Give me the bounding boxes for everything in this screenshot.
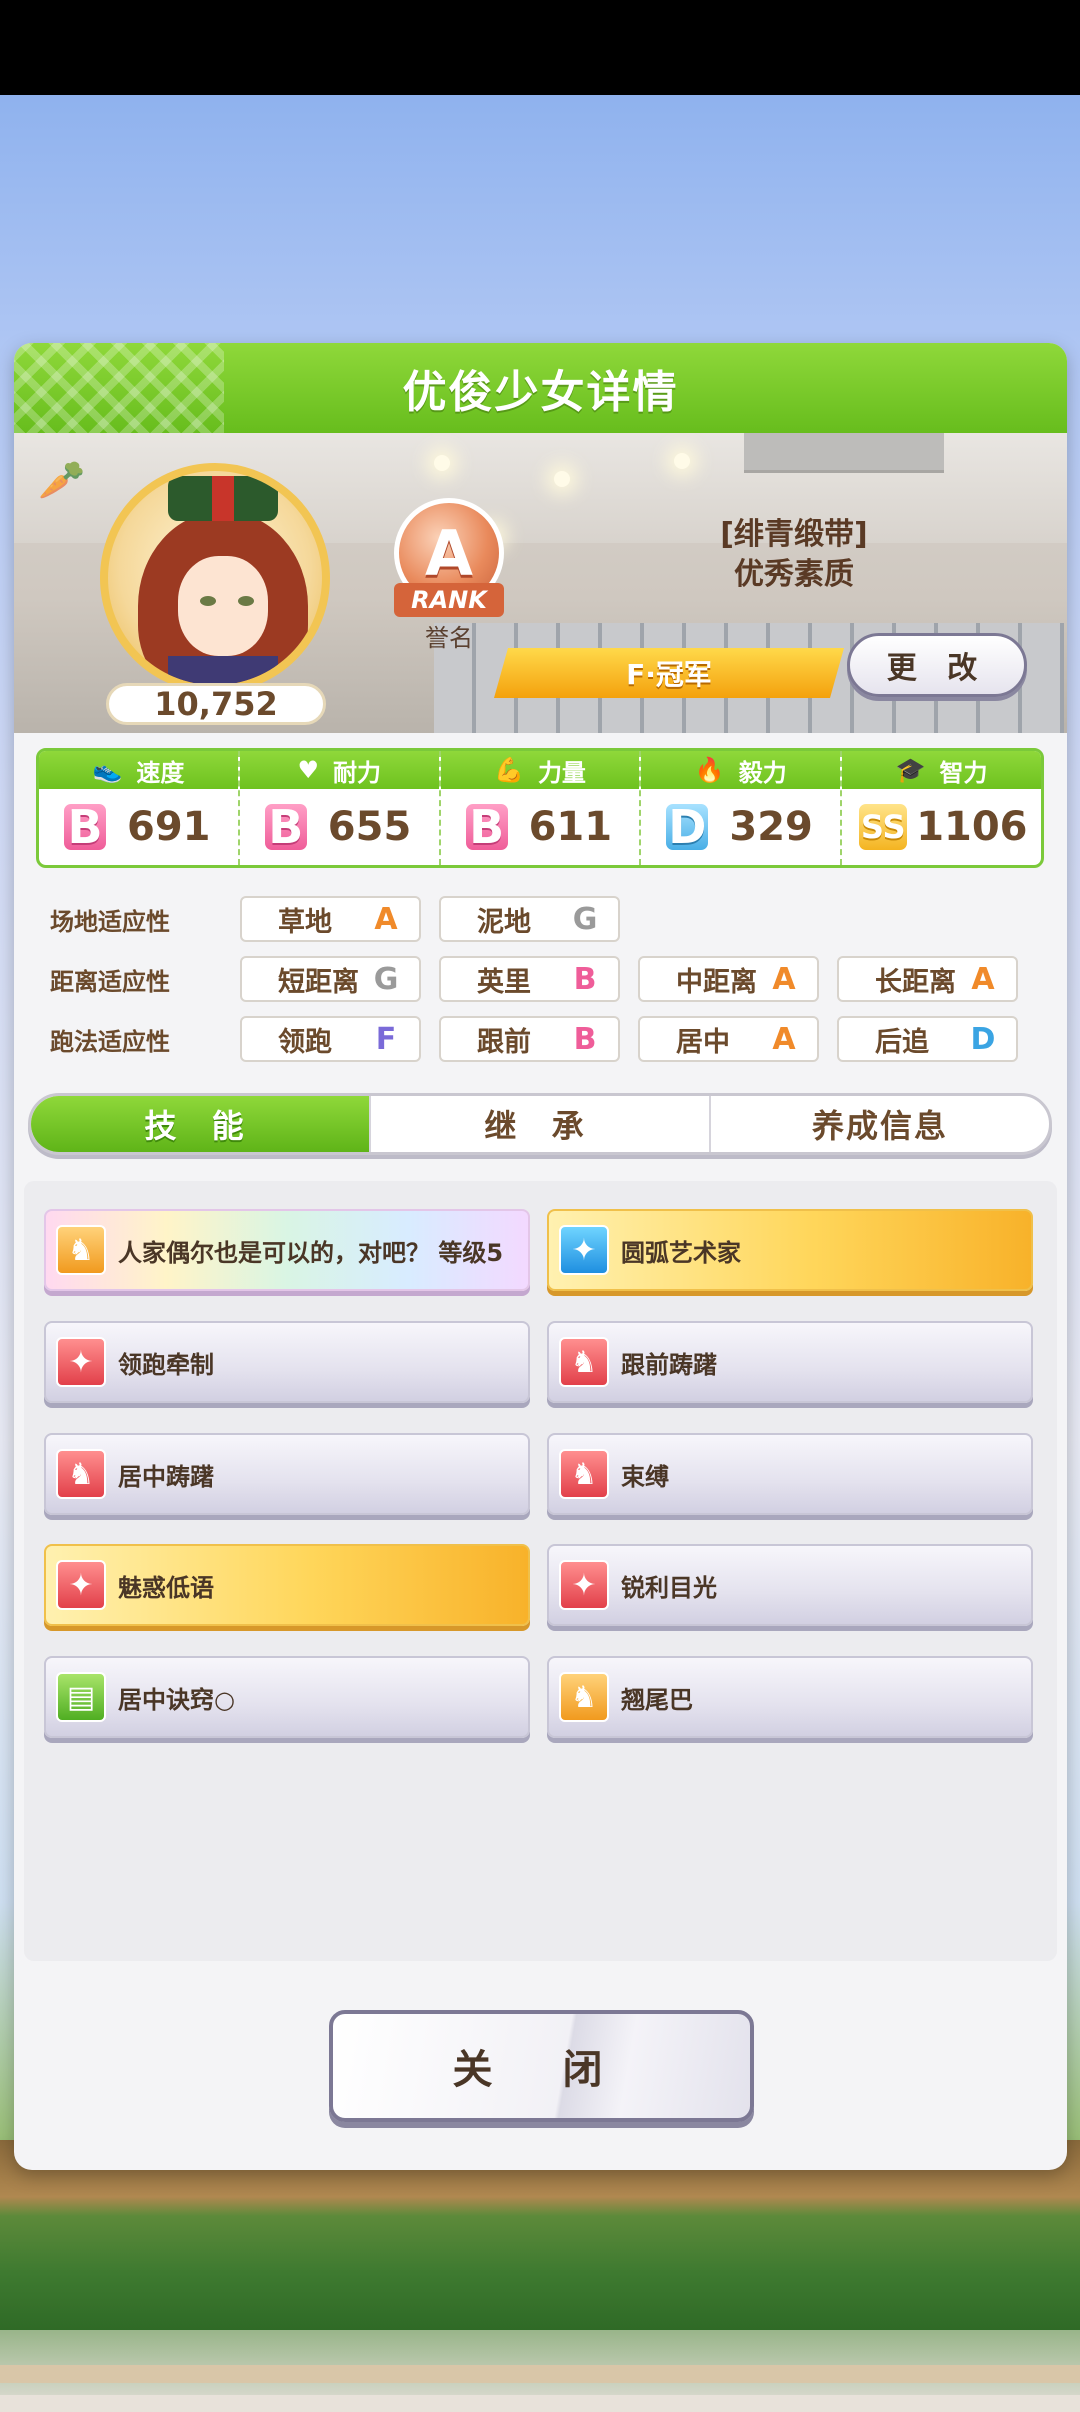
stats-panel: 👟 速度 B 691 ♥ 耐力 B 655 💪 力量 B 611 🔥 毅力 D 329 🎓 智力 … bbox=[36, 748, 1044, 868]
change-title-button[interactable]: 更 改 bbox=[847, 633, 1027, 697]
skill-item[interactable]: ♞ 翘尾巴 bbox=[547, 1656, 1033, 1738]
aptitude-late: 居中 A bbox=[638, 1016, 819, 1062]
epithet-title: [绯青缎带] 优秀素质 bbox=[720, 517, 868, 592]
horse-silhouette-icon: ♞ bbox=[559, 1449, 609, 1499]
style-aptitude-row: 跑法适应性 领跑 F 跟前 B 居中 A 后追 D bbox=[50, 1016, 1036, 1062]
dialog-title: 优俊少女详情 bbox=[402, 367, 679, 418]
aptitude-mile: 英里 B bbox=[439, 956, 620, 1002]
horse-silhouette-icon: ♞ bbox=[559, 1672, 609, 1722]
sparkle-icon: ✦ bbox=[56, 1337, 106, 1387]
skill-item[interactable]: ♞ 居中踌躇 bbox=[44, 1433, 530, 1515]
skill-item[interactable]: ✦ 锐利目光 bbox=[547, 1544, 1033, 1626]
sparkle-icon: ✦ bbox=[559, 1225, 609, 1275]
skill-item[interactable]: ♞ 人家偶尔也是可以的，对吧？ 等级5 bbox=[44, 1209, 530, 1291]
aptitude-pace: 跟前 B bbox=[439, 1016, 620, 1062]
graduation-cap-icon: 🎓 bbox=[895, 756, 926, 784]
fan-count: 10,752 bbox=[106, 683, 326, 725]
uma-detail-dialog: 优俊少女详情 🥕 10,752 A RANK 誉名 [绯青缎带] 优秀素质 F·… bbox=[14, 343, 1067, 2170]
stat-grade: B bbox=[462, 800, 511, 854]
horse-silhouette-icon: ♞ bbox=[559, 1337, 609, 1387]
character-portrait[interactable] bbox=[100, 463, 330, 693]
honor-label: 誉名 bbox=[425, 624, 473, 652]
muscle-icon: 💪 bbox=[494, 756, 524, 784]
stat-grade: D bbox=[663, 800, 712, 854]
sparkle-icon: ✦ bbox=[559, 1560, 609, 1610]
tab-skills[interactable]: 技 能 bbox=[31, 1096, 371, 1152]
skill-item[interactable]: ♞ 跟前踌躇 bbox=[547, 1321, 1033, 1403]
stat-grade: B bbox=[261, 800, 310, 854]
skill-list: ♞ 人家偶尔也是可以的，对吧？ 等级5 ✦ 圆弧艺术家 ✦ 领跑牵制 ♞ 跟前踌… bbox=[24, 1181, 1057, 1961]
tab-training-info[interactable]: 养成信息 bbox=[711, 1096, 1049, 1152]
stat-value: 1106 bbox=[916, 804, 1028, 850]
aptitude-dirt: 泥地 G bbox=[439, 896, 620, 942]
stat-guts: 🔥 毅力 D 329 bbox=[641, 751, 843, 865]
aptitude-long: 长距离 A bbox=[837, 956, 1018, 1002]
field-aptitude-row: 场地适应性 草地 A 泥地 G bbox=[50, 896, 638, 942]
stat-stamina: ♥ 耐力 B 655 bbox=[239, 751, 441, 865]
shoe-icon: 👟 bbox=[92, 756, 123, 784]
stat-value: 329 bbox=[729, 804, 813, 850]
skill-item[interactable]: ▤ 居中诀窍○ bbox=[44, 1656, 530, 1738]
distance-aptitude-row: 距离适应性 短距离 G 英里 B 中距离 A 长距离 A bbox=[50, 956, 1036, 1002]
stat-grade: SS bbox=[856, 801, 911, 853]
sparkle-icon: ✦ bbox=[56, 1560, 106, 1610]
dialog-header: 优俊少女详情 bbox=[14, 343, 1067, 433]
stat-grade: B bbox=[61, 800, 109, 854]
profile-banner: 🥕 10,752 A RANK 誉名 [绯青缎带] 优秀素质 F·冠军 更 改 bbox=[14, 433, 1067, 733]
stat-speed: 👟 速度 B 691 bbox=[39, 751, 240, 865]
stat-value: 655 bbox=[327, 804, 412, 850]
stat-wisdom: 🎓 智力 SS 1106 bbox=[842, 751, 1041, 865]
tab-inheritance[interactable]: 继 承 bbox=[371, 1096, 711, 1152]
carrot-icon[interactable]: 🥕 bbox=[38, 458, 85, 513]
heart-icon: ♥ bbox=[297, 756, 319, 784]
rank-label: RANK bbox=[394, 583, 504, 617]
stat-power: 💪 力量 B 611 bbox=[440, 751, 642, 865]
horse-silhouette-icon: ♞ bbox=[56, 1449, 106, 1499]
close-button[interactable]: 关 闭 bbox=[329, 2010, 754, 2122]
detail-tabs: 技 能 继 承 养成信息 bbox=[28, 1093, 1052, 1155]
champion-banner: F·冠军 bbox=[494, 648, 844, 698]
book-icon: ▤ bbox=[56, 1672, 106, 1722]
aptitude-medium: 中距离 A bbox=[638, 956, 819, 1002]
aptitude-short: 短距离 G bbox=[240, 956, 421, 1002]
horse-silhouette-icon: ♞ bbox=[56, 1225, 106, 1275]
status-bar bbox=[0, 0, 1080, 95]
skill-item[interactable]: ♞ 束缚 bbox=[547, 1433, 1033, 1515]
stat-value: 691 bbox=[127, 804, 211, 850]
aptitude-turf: 草地 A bbox=[240, 896, 421, 942]
skill-item[interactable]: ✦ 魅惑低语 bbox=[44, 1544, 530, 1626]
skill-item[interactable]: ✦ 领跑牵制 bbox=[44, 1321, 530, 1403]
skill-item[interactable]: ✦ 圆弧艺术家 bbox=[547, 1209, 1033, 1291]
stat-value: 611 bbox=[528, 804, 613, 850]
flame-icon: 🔥 bbox=[694, 756, 725, 784]
aptitude-front: 领跑 F bbox=[240, 1016, 421, 1062]
aptitude-end: 后追 D bbox=[837, 1016, 1018, 1062]
